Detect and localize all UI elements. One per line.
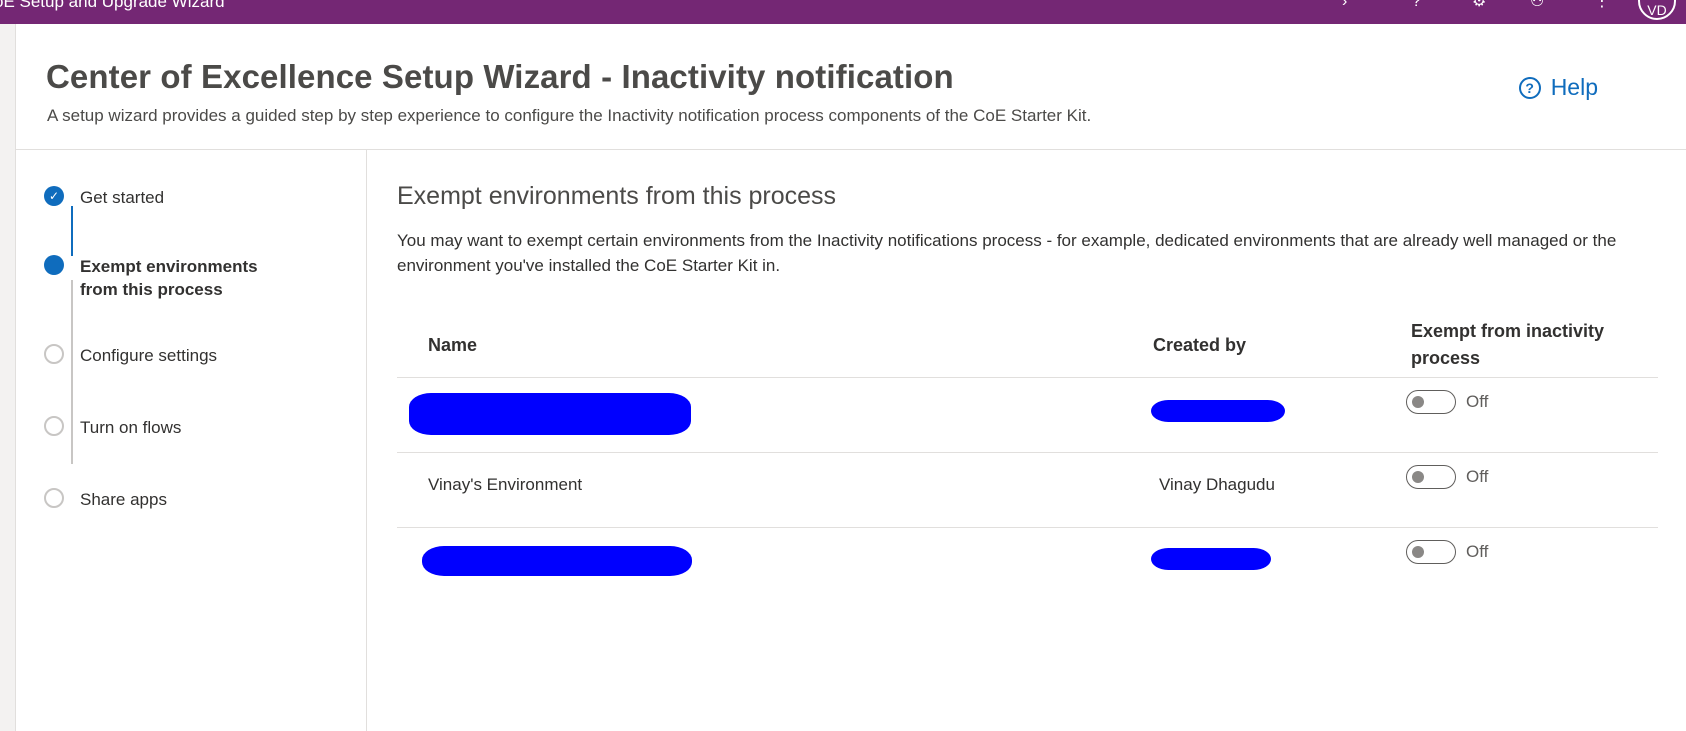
table-row[interactable]: Vinay's Environment Vinay Dhagudu Off xyxy=(397,453,1658,528)
step-label: Configure settings xyxy=(80,346,218,365)
help-label: Help xyxy=(1550,74,1598,100)
column-header-name[interactable]: Name xyxy=(428,332,477,359)
step-share-apps[interactable]: Share apps xyxy=(44,488,167,511)
step-configure-settings[interactable]: Configure settings xyxy=(44,344,217,367)
redacted-created-by xyxy=(1151,400,1285,422)
table-row[interactable]: Off xyxy=(397,378,1658,453)
exempt-toggle[interactable]: Off xyxy=(1406,540,1488,564)
chevron-icon[interactable]: › xyxy=(1342,0,1347,10)
toggle-knob xyxy=(1412,396,1424,408)
page-subtitle: A setup wizard provides a guided step by… xyxy=(47,106,1092,125)
toggle-state: Off xyxy=(1466,542,1489,561)
column-header-exempt[interactable]: Exempt from inactivity process xyxy=(1411,318,1641,372)
people-icon[interactable]: ⚇ xyxy=(1530,0,1544,10)
app-top-bar: oE Setup and Upgrade Wizard › ? ⚙ ⚇ ⋮ VD xyxy=(0,0,1686,24)
page-title: Center of Excellence Setup Wizard - Inac… xyxy=(46,58,954,95)
environments-table: Name Created by Exempt from inactivity p… xyxy=(397,318,1658,603)
page-header: Center of Excellence Setup Wizard - Inac… xyxy=(16,24,1686,150)
column-header-created-by[interactable]: Created by xyxy=(1153,332,1246,359)
pending-step-icon xyxy=(44,488,64,508)
pending-step-icon xyxy=(44,416,64,436)
step-label: Turn on flows xyxy=(80,418,182,437)
toggle-track[interactable] xyxy=(1406,540,1456,564)
toggle-knob xyxy=(1412,471,1424,483)
redacted-created-by xyxy=(1151,548,1271,570)
step-get-started[interactable]: ✓ Get started xyxy=(44,186,164,209)
exempt-toggle[interactable]: Off xyxy=(1406,465,1488,489)
pending-step-icon xyxy=(44,344,64,364)
environment-name: Vinay's Environment xyxy=(428,475,583,494)
question-icon[interactable]: ? xyxy=(1412,0,1421,10)
section-title: Exempt environments from this process xyxy=(397,182,837,210)
help-circle-icon: ? xyxy=(1518,76,1541,99)
redacted-name xyxy=(409,393,691,435)
current-step-icon xyxy=(44,255,64,275)
settings-icon[interactable]: ⚙ xyxy=(1472,0,1486,10)
app-title: oE Setup and Upgrade Wizard xyxy=(0,0,225,11)
redacted-name xyxy=(422,546,692,576)
toggle-track[interactable] xyxy=(1406,465,1456,489)
step-label: Exempt environments from this process xyxy=(80,257,258,299)
wizard-stepper: ✓ Get started Exempt environments from t… xyxy=(16,150,367,731)
step-connector xyxy=(71,206,73,256)
toggle-state: Off xyxy=(1466,467,1489,486)
help-link[interactable]: ? Help xyxy=(1518,74,1598,101)
section-description: You may want to exempt certain environme… xyxy=(397,231,1617,275)
main-content: Exempt environments from this process Yo… xyxy=(368,150,1686,731)
more-icon[interactable]: ⋮ xyxy=(1594,0,1610,10)
check-icon: ✓ xyxy=(44,186,64,206)
toggle-knob xyxy=(1412,546,1424,558)
step-label: Get started xyxy=(80,188,165,207)
step-turn-on-flows[interactable]: Turn on flows xyxy=(44,416,181,439)
toggle-state: Off xyxy=(1466,392,1489,411)
toggle-track[interactable] xyxy=(1406,390,1456,414)
step-exempt-environments[interactable]: Exempt environments from this process xyxy=(44,255,258,301)
table-row[interactable]: Off xyxy=(397,528,1658,603)
step-label: Share apps xyxy=(80,490,167,509)
left-gutter xyxy=(0,24,16,731)
created-by: Vinay Dhagudu xyxy=(1159,475,1275,494)
avatar[interactable]: VD xyxy=(1638,0,1676,20)
exempt-toggle[interactable]: Off xyxy=(1406,390,1488,414)
table-header: Name Created by Exempt from inactivity p… xyxy=(397,318,1658,378)
